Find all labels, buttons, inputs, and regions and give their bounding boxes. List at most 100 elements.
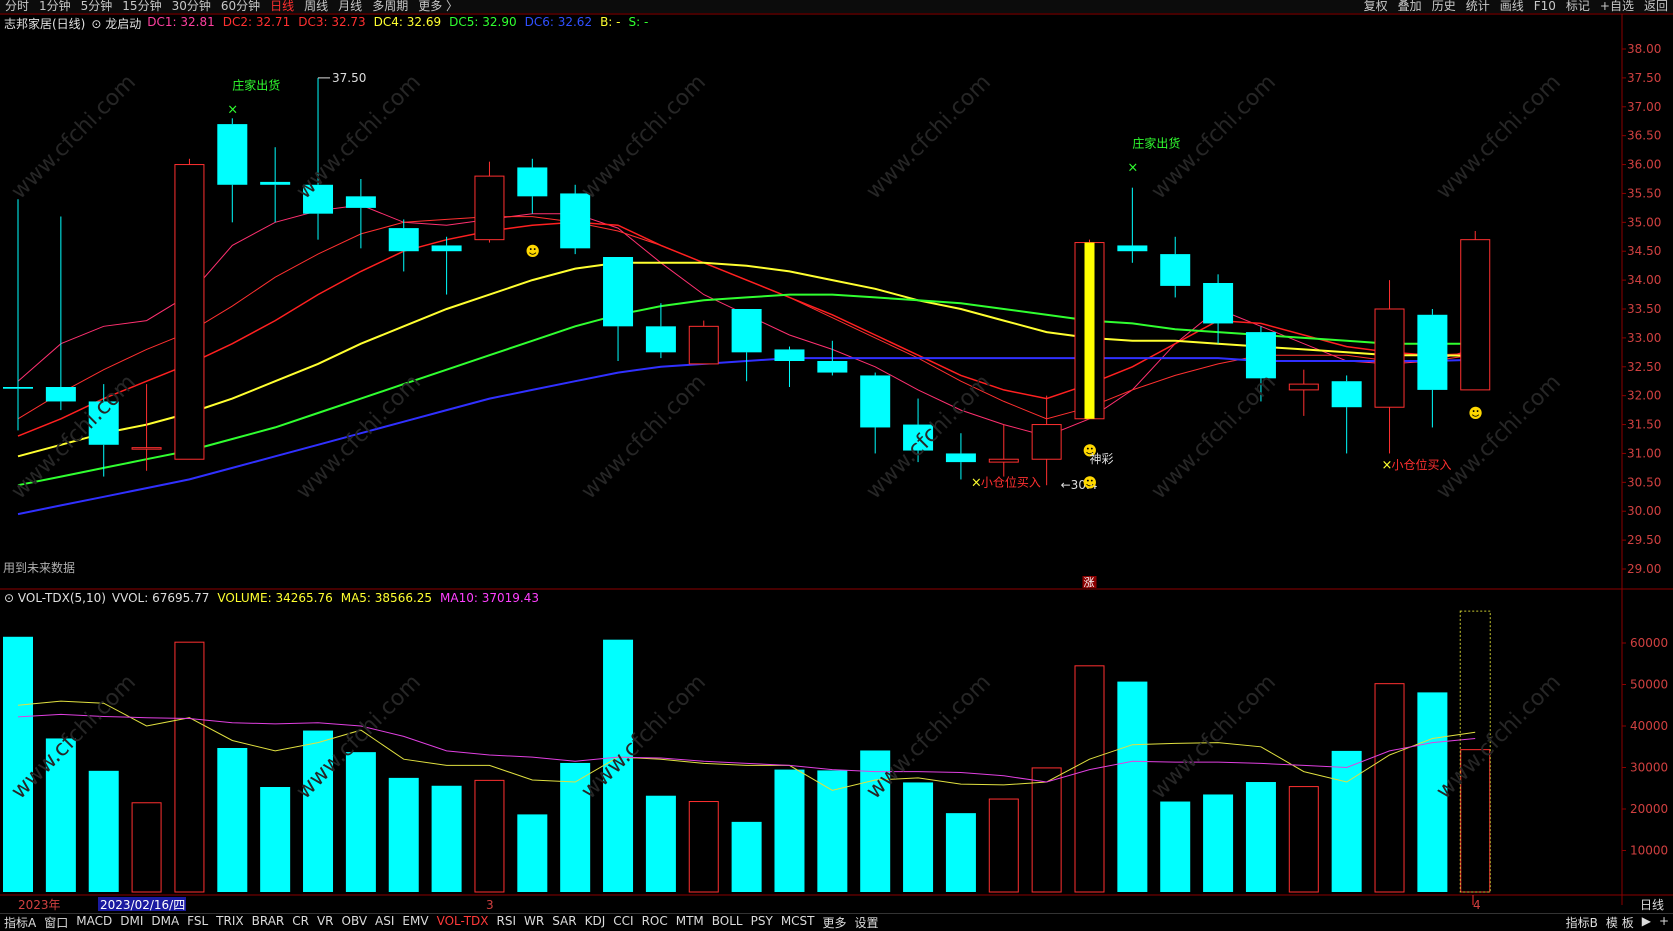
indicator-value: DC3: 32.73 xyxy=(298,15,366,29)
volume-bar xyxy=(388,777,419,892)
candle-body xyxy=(260,181,291,185)
indicator-tab-control[interactable]: 模 板 xyxy=(1602,914,1638,931)
candle-body xyxy=(688,325,719,365)
indicator-tabs: 指标A 窗口 MACD DMI DMA FSL TRIX BRAR CR VR OBV ASI EMV V… xyxy=(0,914,883,931)
indicator-value: DC4: 32.69 xyxy=(373,15,442,29)
volume-value: MA5: 38566.25 xyxy=(340,591,433,605)
indicator-tab-control[interactable]: + xyxy=(1655,914,1673,931)
candle-body xyxy=(1031,424,1062,460)
indicator-tab[interactable]: ASI xyxy=(371,914,398,931)
indicator-tab-control[interactable]: ▶ xyxy=(1638,914,1655,931)
indicator-tab[interactable]: WR xyxy=(520,914,548,931)
shencai-label: 神彩 xyxy=(1090,452,1114,466)
volume-bar xyxy=(688,801,719,893)
indicator-tab[interactable]: TRIX xyxy=(212,914,247,931)
price-tick-label: 35.00 xyxy=(1627,215,1661,229)
indicator-tab[interactable]: 指标A xyxy=(0,914,40,931)
kline-chart[interactable]: 38.00 37.50 37.00 36.50 36.00 35.50 35.00 34.50… xyxy=(0,0,1673,913)
indicator-tab[interactable]: DMA xyxy=(147,914,183,931)
volume-bar xyxy=(731,821,762,892)
watermark: www.cfchi.com xyxy=(1432,670,1566,804)
watermark: www.cfchi.com xyxy=(7,70,141,204)
price-tick-label: 35.50 xyxy=(1627,186,1661,200)
indicator-tab[interactable]: 设置 xyxy=(851,914,883,931)
sell-marker: × xyxy=(227,103,238,118)
volume-tick-label: 10000 xyxy=(1630,844,1668,858)
volume-bar xyxy=(474,779,505,893)
volume-bar xyxy=(988,798,1019,893)
date-label: 2023/02/16/四 xyxy=(100,898,185,912)
price-tick-label: 37.00 xyxy=(1627,100,1661,114)
volume-tick-label: 20000 xyxy=(1630,802,1668,816)
indicator-tab[interactable]: RSI xyxy=(493,914,521,931)
candle-body xyxy=(1374,308,1405,408)
volume-bar xyxy=(817,770,848,892)
indicator-tab[interactable]: EMV xyxy=(398,914,432,931)
watermark: www.cfchi.com xyxy=(577,70,711,204)
indicator-tab-control[interactable]: 指标B xyxy=(1562,914,1602,931)
volume-value: MA10: 37019.43 xyxy=(440,591,539,605)
volume-bar xyxy=(1374,683,1405,893)
volume-bar xyxy=(903,782,934,892)
indicator-tab[interactable]: DMI xyxy=(116,914,147,931)
candle-body xyxy=(988,458,1019,463)
volume-bar xyxy=(260,787,291,892)
date-label: 3 xyxy=(486,898,494,912)
price-tick-label: 34.00 xyxy=(1627,273,1661,287)
indicator-tab[interactable]: BRAR xyxy=(248,914,289,931)
candle-body xyxy=(1417,314,1448,390)
indicator-tab[interactable]: 窗口 xyxy=(40,914,72,931)
indicator-tab[interactable]: MCST xyxy=(777,914,819,931)
date-label: 2023年 xyxy=(18,898,61,912)
price-tick-label: 34.50 xyxy=(1627,244,1661,258)
price-tick-label: 33.00 xyxy=(1627,331,1661,345)
indicator-tab[interactable]: BOLL xyxy=(708,914,747,931)
volume-bar xyxy=(217,747,248,892)
indicator-value: DC6: 32.62 xyxy=(524,15,593,29)
sell-signal-label: 庄家出货 xyxy=(1132,135,1180,150)
candle-body xyxy=(603,257,634,327)
smiley-icon: ☻ xyxy=(1083,475,1098,491)
price-tick-label: 31.50 xyxy=(1627,418,1661,432)
volume-tick-label: 60000 xyxy=(1630,636,1668,650)
volume-header: ⊙ VOL-TDX(5,10) VVOL: 67695.77 VOLUME: 34… xyxy=(4,591,539,605)
indicator-tab[interactable]: 更多 xyxy=(819,914,851,931)
watermark: www.cfchi.com xyxy=(577,670,711,804)
indicator-tab[interactable]: MTM xyxy=(672,914,708,931)
volume-bar xyxy=(1245,782,1276,892)
buy-signal-label: 小仓位买入 xyxy=(1392,457,1452,472)
indicator-tab[interactable]: KDJ xyxy=(581,914,610,931)
main-chart-header: 志邦家居(日线) ⊙ 龙启动 DC1: 32.81 DC2: 32.71 DC3: … xyxy=(4,15,648,32)
volume-tick-label: 40000 xyxy=(1630,719,1668,733)
candle-body xyxy=(517,167,548,197)
indicator-values: DC1: 32.81 DC2: 32.71 DC3: 32.73 DC4: 32.69… xyxy=(147,15,648,32)
indicator-tab[interactable]: VOL-TDX xyxy=(433,914,493,931)
price-tick-label: 37.50 xyxy=(1627,71,1661,85)
price-tick-label: 31.00 xyxy=(1627,446,1661,460)
sell-signal-label: 庄家出货 xyxy=(232,78,280,93)
price-tick-label: 36.00 xyxy=(1627,158,1661,172)
indicator-tab[interactable]: CR xyxy=(288,914,313,931)
watermark: www.cfchi.com xyxy=(292,370,426,504)
indicator-tab[interactable]: SAR xyxy=(548,914,580,931)
candle-body xyxy=(3,387,33,389)
indicator-tab[interactable]: OBV xyxy=(338,914,372,931)
volume-bar xyxy=(945,813,976,892)
volume-bar xyxy=(517,814,548,892)
candle-body xyxy=(388,228,419,252)
indicator-tab[interactable]: VR xyxy=(313,914,338,931)
candle-body xyxy=(945,453,976,463)
indicator-tab[interactable]: PSY xyxy=(747,914,777,931)
buy-signal-label: 小仓位买入 xyxy=(981,474,1041,489)
indicator-tab[interactable]: FSL xyxy=(183,914,212,931)
watermark: www.cfchi.com xyxy=(862,70,996,204)
indicator-value: B: - xyxy=(600,15,621,29)
candle-body xyxy=(860,375,891,428)
indicator-value: S: - xyxy=(628,15,649,29)
price-tick-label: 38.00 xyxy=(1627,42,1661,56)
volume-value: VOLUME: 34265.76 xyxy=(217,591,333,605)
indicator-tab[interactable]: CCI xyxy=(609,914,637,931)
indicator-tab[interactable]: ROC xyxy=(638,914,672,931)
indicator-tab[interactable]: MACD xyxy=(72,914,116,931)
stock-title: 志邦家居(日线) xyxy=(4,17,86,31)
